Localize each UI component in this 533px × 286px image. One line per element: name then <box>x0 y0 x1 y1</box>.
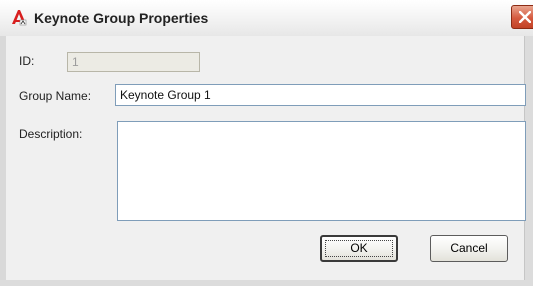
window-border-bottom <box>0 280 533 286</box>
close-icon <box>519 11 531 23</box>
cancel-button-label: Cancel <box>450 241 488 255</box>
dialog-window: Keynote Group Properties ID: Group Name:… <box>0 0 533 286</box>
autocad-icon <box>11 9 27 26</box>
id-label: ID: <box>19 54 35 68</box>
cancel-button[interactable]: Cancel <box>430 235 508 262</box>
window-title: Keynote Group Properties <box>34 10 209 26</box>
description-textarea[interactable] <box>117 121 526 221</box>
title-bar[interactable]: Keynote Group Properties <box>0 0 533 37</box>
dialog-body: ID: Group Name: Description: OK Cancel <box>6 36 526 280</box>
group-name-label: Group Name: <box>19 89 92 103</box>
focus-rectangle <box>325 240 393 257</box>
id-field <box>67 52 200 72</box>
ok-button[interactable]: OK <box>320 235 398 262</box>
group-name-input[interactable] <box>115 84 526 106</box>
description-label: Description: <box>19 127 83 141</box>
close-button[interactable] <box>511 5 533 29</box>
